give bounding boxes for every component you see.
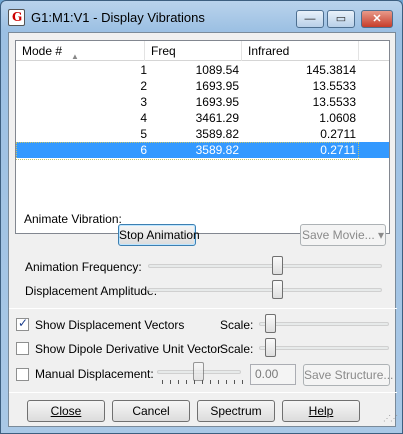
show-dipole-vector-checkbox[interactable] — [16, 342, 29, 355]
cell-ir: 0.2711 — [320, 127, 356, 141]
cell-mode: 5 — [140, 127, 147, 141]
table-row[interactable]: 4 3461.29 1.0608 — [16, 110, 389, 126]
show-displacement-vectors-label: Show Displacement Vectors — [35, 318, 185, 332]
table-row[interactable]: 2 1693.95 13.5533 — [16, 78, 389, 94]
manual-displacement-value: 0.00 — [250, 364, 296, 385]
save-structure-button: Save Structure... — [303, 364, 393, 386]
slider-tick — [218, 380, 219, 384]
divider — [9, 308, 397, 309]
close-button[interactable]: Close — [27, 400, 105, 422]
dipole-scale-track[interactable] — [259, 346, 389, 350]
displacement-amplitude-track[interactable] — [148, 288, 382, 292]
cell-freq: 1693.95 — [195, 95, 239, 109]
close-window-button[interactable]: ✕ — [361, 10, 393, 28]
table-row[interactable]: 3 1693.95 13.5533 — [16, 94, 389, 110]
table-row[interactable]: 6 3589.82 0.2711 — [16, 142, 389, 160]
column-header-infrared[interactable]: Infrared — [242, 41, 359, 61]
checkmark-icon: ✓ — [18, 316, 29, 330]
animation-frequency-label: Animation Frequency: — [25, 260, 142, 274]
dialog-client-area: Mode # ▲ Freq Infrared 1 1089.54 145.3814 2… — [8, 32, 398, 427]
cell-mode: 2 — [140, 79, 147, 93]
slider-tick — [162, 380, 163, 384]
animation-frequency-track[interactable] — [148, 264, 382, 268]
gaussview-app-icon: G — [8, 9, 25, 26]
cell-ir: 0.2711 — [320, 143, 356, 157]
slider-tick — [202, 380, 203, 384]
displacement-amplitude-slider[interactable] — [271, 280, 283, 299]
manual-displacement-checkbox[interactable] — [16, 368, 29, 381]
cell-freq: 1089.54 — [195, 63, 239, 77]
cell-mode: 4 — [140, 111, 147, 125]
slider-tick — [178, 380, 179, 384]
title-bar[interactable]: G G1:M1:V1 - Display Vibrations — ▭ ✕ — [1, 1, 402, 31]
cell-mode: 6 — [140, 143, 147, 157]
window-title: G1:M1:V1 - Display Vibrations — [31, 10, 205, 25]
cell-mode: 3 — [140, 95, 147, 109]
maximize-button[interactable]: ▭ — [327, 10, 355, 28]
show-displacement-vectors-checkbox[interactable]: ✓ — [16, 316, 29, 331]
show-dipole-vector-label: Show Dipole Derivative Unit Vector — [35, 342, 222, 356]
cell-ir: 13.5533 — [312, 95, 356, 109]
slider-tick — [186, 380, 187, 384]
save-movie-button: Save Movie... ▾ — [300, 224, 386, 246]
cell-freq: 3589.82 — [195, 143, 239, 157]
vectors-scale-label: Scale: — [220, 318, 254, 332]
vectors-scale-slider[interactable] — [265, 314, 276, 333]
column-header-freq[interactable]: Freq — [145, 41, 242, 61]
cell-mode: 1 — [140, 63, 147, 77]
slider-tick — [226, 380, 227, 384]
stop-animation-button[interactable]: Stop Animation — [118, 224, 200, 246]
animate-vibration-label: Animate Vibration: — [24, 212, 122, 226]
cancel-button[interactable]: Cancel — [112, 400, 190, 422]
animation-frequency-slider[interactable] — [271, 256, 283, 275]
slider-tick — [242, 380, 243, 384]
modes-table[interactable]: Mode # ▲ Freq Infrared 1 1089.54 145.3814 2… — [15, 40, 390, 234]
cell-ir: 1.0608 — [319, 111, 356, 125]
slider-tick — [234, 380, 235, 384]
slider-tick — [194, 380, 195, 384]
dipole-scale-label: Scale: — [220, 342, 254, 356]
slider-tick — [170, 380, 171, 384]
minimize-button[interactable]: — — [296, 10, 324, 28]
spectrum-button[interactable]: Spectrum — [197, 400, 275, 422]
column-header-mode[interactable]: Mode # ▲ — [16, 41, 145, 61]
cell-freq: 3461.29 — [195, 111, 239, 125]
manual-displacement-slider — [193, 362, 204, 381]
slider-tick — [210, 380, 211, 384]
table-row[interactable]: 1 1089.54 145.3814 — [16, 62, 389, 78]
divider — [9, 392, 397, 393]
cell-freq: 3589.82 — [195, 127, 239, 141]
resize-grip-icon[interactable]: ⋰⋰ — [383, 414, 398, 424]
manual-displacement-label: Manual Displacement: — [35, 367, 154, 381]
dropdown-arrow-icon: ▾ — [378, 228, 385, 242]
vectors-scale-track[interactable] — [259, 322, 389, 326]
cell-freq: 1693.95 — [195, 79, 239, 93]
cell-ir: 13.5533 — [312, 79, 356, 93]
cell-ir: 145.3814 — [305, 63, 356, 77]
display-vibrations-window: G G1:M1:V1 - Display Vibrations — ▭ ✕ Mo… — [0, 0, 403, 434]
help-button[interactable]: Help — [282, 400, 360, 422]
table-row[interactable]: 5 3589.82 0.2711 — [16, 126, 389, 142]
displacement-amplitude-label: Displacement Amplitude: — [25, 284, 158, 298]
manual-displacement-ticks — [162, 380, 243, 385]
dipole-scale-slider[interactable] — [265, 338, 276, 357]
table-header: Mode # ▲ Freq Infrared — [16, 41, 389, 61]
